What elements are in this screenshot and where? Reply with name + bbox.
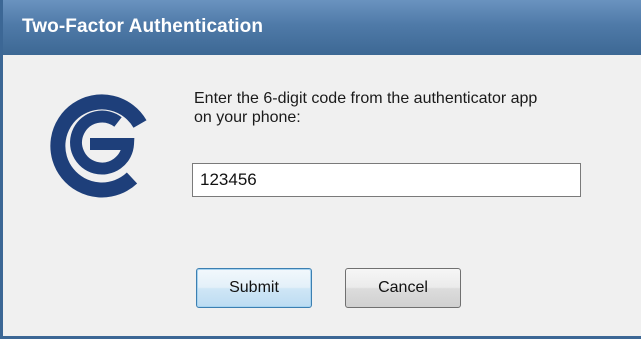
two-factor-dialog: Two-Factor Authentication Enter the 6-di… (0, 0, 641, 339)
instructions-text: Enter the 6-digit code from the authenti… (194, 89, 594, 127)
instructions-line-2: on your phone: (194, 109, 301, 126)
submit-button[interactable]: Submit (196, 268, 312, 308)
authenticator-logo-icon (50, 94, 147, 198)
window-title: Two-Factor Authentication (22, 16, 264, 37)
title-bar[interactable]: Two-Factor Authentication (3, 0, 641, 55)
cancel-button[interactable]: Cancel (345, 268, 461, 308)
code-input[interactable] (192, 163, 581, 197)
instructions-line-1: Enter the 6-digit code from the authenti… (194, 90, 538, 107)
